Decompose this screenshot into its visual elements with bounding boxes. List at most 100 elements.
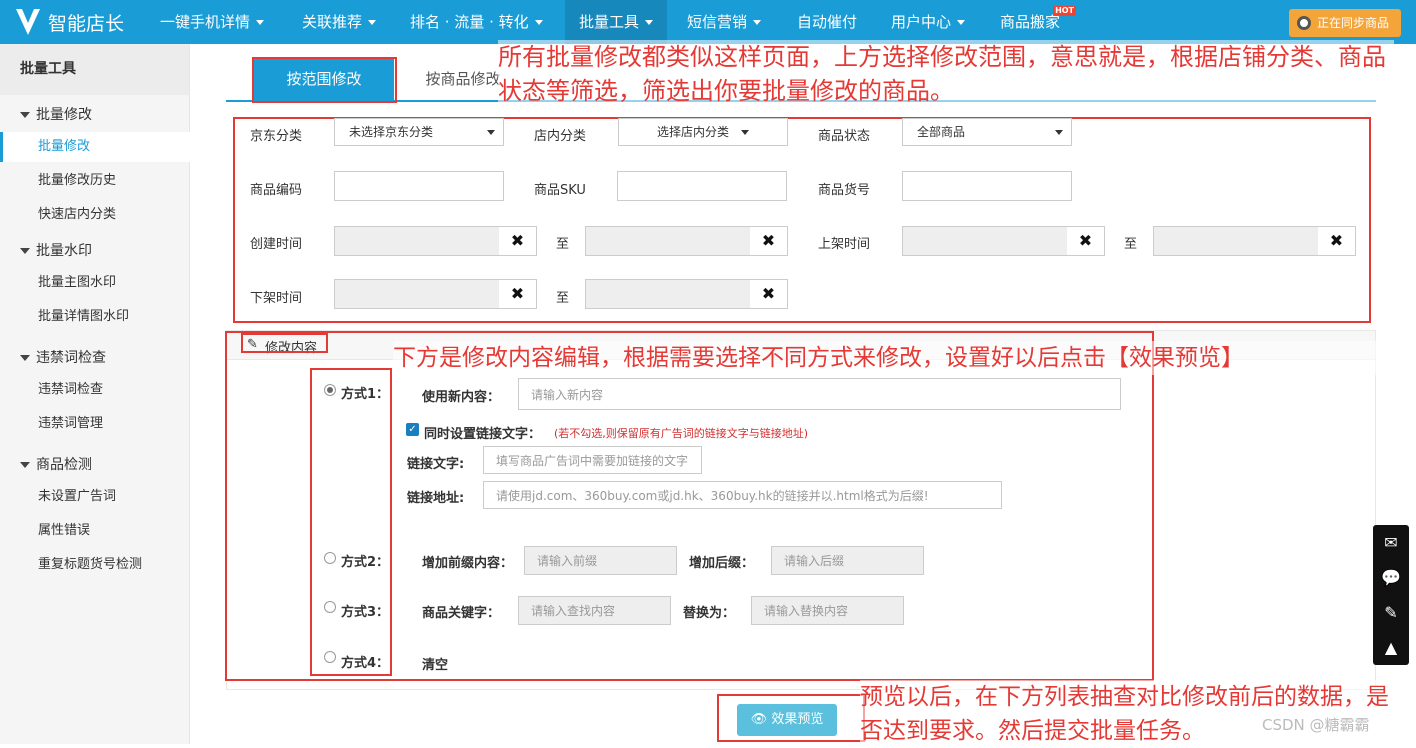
chevron-down-icon — [957, 20, 966, 25]
listed-end-input[interactable] — [1153, 226, 1319, 256]
nav-label: 一键手机详情 — [160, 13, 251, 31]
nav-auto-remind[interactable]: 自动催付 — [783, 0, 871, 44]
sidebar-item-no-adword[interactable]: 未设置广告词 — [0, 482, 190, 512]
eye-icon: 👁 — [750, 712, 768, 727]
caret-down-icon — [20, 112, 30, 118]
link-url-label: 链接地址: — [407, 491, 465, 506]
mode1-radio[interactable] — [324, 384, 336, 396]
app-logo[interactable]: 智能店长 — [14, 6, 124, 38]
nav-related[interactable]: 关联推荐 — [288, 0, 390, 44]
mode4-label: 方式4： — [341, 656, 390, 671]
sidebar-group-batch-edit[interactable]: 批量修改 — [20, 104, 92, 124]
dropdown-arrow-icon — [1055, 130, 1063, 135]
status-select[interactable]: 全部商品 — [902, 118, 1072, 146]
top-navbar: 智能店长 一键手机详情 关联推荐 排名 · 流量 · 转化 批量工具 短信营销 … — [0, 0, 1416, 44]
mail-icon[interactable]: ✉ — [1381, 533, 1401, 553]
clear-icon[interactable]: ✖ — [750, 226, 788, 256]
preview-button[interactable]: 👁 效果预览 — [737, 704, 837, 736]
delisted-time-label: 下架时间 — [250, 291, 303, 306]
mode2-radio[interactable] — [324, 552, 336, 564]
sku-input[interactable] — [617, 171, 787, 201]
nav-label: 排名 · 流量 · 转化 — [410, 13, 529, 31]
chevron-down-icon — [534, 20, 543, 25]
chevron-down-icon — [753, 20, 762, 25]
keyword-input[interactable]: 请输入查找内容 — [518, 596, 671, 625]
clear-icon[interactable]: ✖ — [499, 279, 537, 309]
status-label: 商品状态 — [818, 129, 871, 144]
sidebar-item-banned-check[interactable]: 违禁词检查 — [0, 375, 190, 405]
caret-down-icon — [20, 355, 30, 361]
sidebar-item-attr-error[interactable]: 属性错误 — [0, 516, 190, 546]
prefix-label: 增加前缀内容： — [422, 556, 514, 571]
sidebar-group-watermark[interactable]: 批量水印 — [20, 240, 92, 260]
clear-icon[interactable]: ✖ — [499, 226, 537, 256]
delisted-end-input[interactable] — [585, 279, 751, 309]
chat-icon[interactable]: 💬 — [1381, 568, 1401, 588]
nav-batch-tools[interactable]: 批量工具 — [565, 0, 668, 44]
mode4-radio[interactable] — [324, 651, 336, 663]
delisted-start-input[interactable] — [334, 279, 500, 309]
link-hint: (若不勾选,则保留原有广告词的链接文字与链接地址) — [554, 427, 809, 440]
sync-goods-button[interactable]: 正在同步商品 — [1289, 9, 1401, 37]
tab-by-range[interactable]: 按范围修改 — [254, 58, 394, 100]
use-new-label: 使用新内容： — [422, 390, 501, 405]
sidebar-item-edit-history[interactable]: 批量修改历史 — [0, 166, 190, 196]
link-url-input[interactable]: 请使用jd.com、360buy.com或jd.hk、360buy.hk的链接并… — [483, 481, 1002, 509]
item-no-label: 商品货号 — [818, 183, 871, 198]
sidebar-group-banned-words[interactable]: 违禁词检查 — [20, 347, 106, 367]
nav-mobile-detail[interactable]: 一键手机详情 — [146, 0, 278, 44]
edit-icon: ✎ — [247, 337, 258, 352]
suffix-input[interactable]: 请输入后缀 — [771, 546, 924, 575]
nav-label: 批量工具 — [579, 13, 640, 31]
nav-label: 关联推荐 — [302, 13, 363, 31]
sidebar-item-main-watermark[interactable]: 批量主图水印 — [0, 268, 190, 298]
to-label: 至 — [556, 291, 570, 306]
select-value: 未选择京东分类 — [349, 125, 434, 139]
sidebar-item-detail-watermark[interactable]: 批量详情图水印 — [0, 302, 190, 332]
jd-category-label: 京东分类 — [250, 129, 303, 144]
annotation-middle: 下方是修改内容编辑，根据需要选择不同方式来修改，设置好以后点击【效果预览】 — [393, 341, 1383, 375]
sidebar-group-goods-check[interactable]: 商品检测 — [20, 454, 92, 474]
suffix-label: 增加后缀： — [689, 556, 755, 571]
item-no-input[interactable] — [902, 171, 1072, 201]
group-label: 商品检测 — [36, 457, 92, 473]
sidebar-item-batch-edit[interactable]: 批量修改 — [0, 132, 190, 162]
prefix-input[interactable]: 请输入前缀 — [524, 546, 677, 575]
logo-icon — [16, 9, 40, 35]
created-start-input[interactable] — [334, 226, 500, 256]
to-label: 至 — [556, 237, 570, 252]
chevron-down-icon — [256, 20, 265, 25]
code-input[interactable] — [334, 171, 504, 201]
select-value: 全部商品 — [917, 125, 966, 139]
nav-label: 自动催付 — [797, 13, 858, 31]
sidebar-item-quick-category[interactable]: 快速店内分类 — [0, 200, 190, 230]
clear-icon[interactable]: ✖ — [1067, 226, 1105, 256]
nav-user-center[interactable]: 用户中心 — [877, 0, 979, 44]
back-to-top-icon[interactable]: ▲ — [1381, 638, 1401, 658]
new-content-input[interactable]: 请输入新内容 — [518, 378, 1121, 410]
mode3-radio[interactable] — [324, 601, 336, 613]
listed-start-input[interactable] — [902, 226, 1068, 256]
sidebar-title: 批量工具 — [0, 44, 189, 95]
annotation-top: 所有批量修改都类似这样页面，上方选择修改范围，意思就是，根据店铺分类、商品状态等… — [498, 40, 1394, 108]
feedback-icon[interactable]: ✎ — [1381, 603, 1401, 623]
nav-ranking[interactable]: 排名 · 流量 · 转化 — [396, 0, 557, 44]
group-label: 违禁词检查 — [36, 350, 106, 366]
sync-label: 正在同步商品 — [1317, 16, 1390, 30]
link-text-input[interactable]: 填写商品广告词中需要加链接的文字 — [483, 446, 702, 474]
group-label: 批量水印 — [36, 243, 92, 259]
to-label: 至 — [1124, 237, 1138, 252]
link-checkbox[interactable]: ✓ — [406, 423, 419, 436]
clear-icon[interactable]: ✖ — [750, 279, 788, 309]
preview-label: 效果预览 — [771, 712, 824, 727]
mode3-label: 方式3： — [341, 605, 390, 620]
nav-move-goods[interactable]: 商品搬家 HOT — [986, 0, 1077, 44]
sidebar-item-duplicate-title[interactable]: 重复标题货号检测 — [0, 550, 190, 580]
sidebar-item-banned-manage[interactable]: 违禁词管理 — [0, 409, 190, 439]
shop-category-select[interactable]: 选择店内分类 — [618, 118, 788, 146]
nav-sms[interactable]: 短信营销 — [673, 0, 775, 44]
clear-icon[interactable]: ✖ — [1318, 226, 1356, 256]
created-end-input[interactable] — [585, 226, 751, 256]
replace-input[interactable]: 请输入替换内容 — [751, 596, 904, 625]
jd-category-select[interactable]: 未选择京东分类 — [334, 118, 504, 146]
